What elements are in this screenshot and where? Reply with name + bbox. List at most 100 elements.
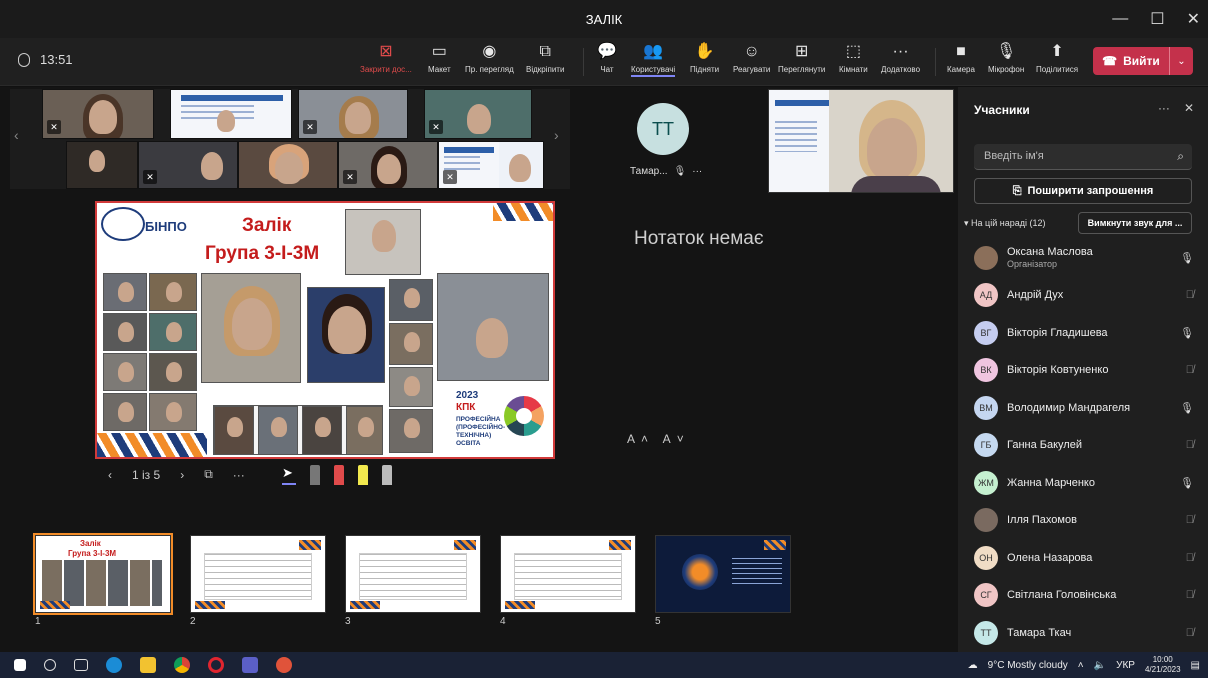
clock[interactable]: 10:00 4/21/2023	[1145, 655, 1181, 675]
grid-view-icon[interactable]: ⧉	[204, 467, 213, 482]
in-meeting-section[interactable]: ▾ На цій нараді (12)	[964, 218, 1045, 229]
font-size-controls[interactable]: A˄ A˅	[627, 432, 690, 446]
pointer-icon[interactable]: ➤	[282, 465, 296, 485]
volume-icon[interactable]: 🔈	[1094, 660, 1106, 671]
chevron-right-icon[interactable]: ›	[554, 127, 559, 143]
mute-all-button[interactable]: Вимкнути звук для ...	[1078, 212, 1192, 234]
unpin-button[interactable]: ⧉ Відкріпити	[526, 42, 564, 74]
video-tile[interactable]	[170, 89, 292, 139]
avatar: ОН	[974, 545, 998, 570]
slide-title: Залік	[242, 215, 292, 236]
presenter-video[interactable]	[768, 89, 954, 193]
react-button[interactable]: ☺ Реагувати	[733, 42, 770, 74]
meeting-timer: 13:51	[18, 52, 73, 67]
participant-name-block: Світлана Головінська	[1007, 589, 1116, 601]
participant-row[interactable]: ВМ Володимир Мандрагеля 🎙	[974, 389, 1196, 427]
video-tile[interactable]: ✕	[42, 89, 154, 139]
windows-start-icon[interactable]	[14, 659, 26, 671]
more-options-icon[interactable]: ···	[233, 468, 245, 482]
stop-sharing-button[interactable]: ⊠ Закрити дос...	[360, 42, 412, 74]
camera-button[interactable]: ■ Камера	[947, 42, 975, 74]
rooms-icon: ⬚	[845, 43, 861, 60]
participant-row[interactable]: ЖМ Жанна Марченко 🎙	[974, 464, 1196, 502]
participant-row[interactable]: ВГ Вікторія Гладишева 🎙	[974, 314, 1196, 352]
pen-red-icon[interactable]	[334, 465, 344, 485]
eraser-icon[interactable]	[382, 465, 392, 485]
chevron-up-icon[interactable]: ˄	[1078, 660, 1084, 671]
video-tile[interactable]: ✕	[438, 141, 544, 189]
more-icon[interactable]: ···	[692, 166, 702, 177]
teams-icon[interactable]	[242, 657, 258, 673]
close-window-button[interactable]: ✕	[1187, 9, 1200, 29]
more-button[interactable]: ··· Додатково	[881, 42, 920, 74]
meeting-time: 13:51	[40, 52, 73, 67]
language-indicator[interactable]: УКР	[1116, 660, 1135, 671]
raise-hand-button[interactable]: ✋ Підняти	[690, 42, 719, 74]
previous-slide-button[interactable]: ‹	[108, 468, 112, 482]
next-slide-button[interactable]: ›	[180, 468, 184, 482]
video-tile[interactable]	[238, 141, 338, 189]
video-tile[interactable]: ✕	[298, 89, 408, 139]
more-icon: ···	[892, 43, 909, 60]
weather-text[interactable]: 9°C Mostly cloudy	[988, 660, 1068, 671]
meeting-toolbar: 13:51 ⊠ Закрити дос... ▭ Макет ◉ Пр. пер…	[0, 38, 1208, 86]
preview-button[interactable]: ◉ Пр. перегляд	[465, 42, 514, 74]
chat-button[interactable]: 💬 Чат	[597, 42, 617, 74]
slide-thumbnail[interactable]: 5	[655, 535, 791, 627]
file-explorer-icon[interactable]	[140, 657, 156, 673]
slide-thumbnail[interactable]: 2	[190, 535, 326, 627]
chat-icon: 💬	[597, 43, 617, 60]
leave-button[interactable]: ☎ Вийти ⌄	[1093, 47, 1193, 75]
share-invite-button[interactable]: ⎘ Поширити запрошення	[974, 178, 1192, 204]
more-icon[interactable]: ···	[1158, 101, 1170, 115]
video-tile[interactable]: ✕	[138, 141, 238, 189]
participant-row[interactable]: ОН Олена Назарова 🎙̸	[974, 539, 1196, 577]
popout-icon: ⧉	[539, 43, 551, 60]
close-icon[interactable]: ✕	[1184, 101, 1194, 115]
participant-row[interactable]: СГ Світлана Головінська 🎙̸	[974, 577, 1196, 615]
share-button[interactable]: ⬆ Поділитися	[1036, 42, 1078, 74]
microphone-button[interactable]: 🎙 Мікрофон	[988, 42, 1024, 74]
search-icon[interactable]	[44, 659, 56, 671]
participant-name-block: Ганна Бакулей	[1007, 439, 1082, 451]
collage-photo	[149, 313, 197, 351]
leave-main[interactable]: ☎ Вийти	[1093, 54, 1169, 68]
maximize-button[interactable]: ☐	[1150, 9, 1164, 29]
participant-name: Володимир Мандрагеля	[1007, 401, 1131, 414]
video-tile[interactable]: ✕	[424, 89, 532, 139]
chrome-icon[interactable]	[174, 657, 190, 673]
participant-row[interactable]: ГБ Ганна Бакулей 🎙̸	[974, 427, 1196, 465]
people-button[interactable]: 👥 Користувачі	[631, 42, 676, 77]
participant-row[interactable]: Ілля Пахомов 🎙̸	[974, 502, 1196, 540]
view-button[interactable]: ⊞ Переглянути	[778, 42, 825, 74]
rooms-button[interactable]: ⬚ Кімнати	[839, 42, 868, 74]
participant-row[interactable]: ТТ Тамара Ткач 🎙̸	[974, 614, 1196, 652]
app-icon[interactable]	[276, 657, 292, 673]
participants-list: Оксана Маслова Організатор 🎙 АД Андрій Дух 🎙̸…	[974, 239, 1196, 652]
avatar: ЖМ	[974, 470, 998, 495]
mic-muted-icon: ✕	[429, 120, 443, 134]
notification-icon[interactable]: ▤	[1191, 660, 1200, 671]
slide-thumbnail[interactable]: 3	[345, 535, 481, 627]
search-input[interactable]: Введіть ім'я ⌕	[974, 144, 1192, 170]
participant-avatar[interactable]: ТТ	[637, 103, 689, 155]
opera-icon[interactable]	[208, 657, 224, 673]
task-view-icon[interactable]	[74, 659, 88, 671]
pen-gray-icon[interactable]	[310, 465, 320, 485]
slide-thumbnail[interactable]: Залік Група 3-І-3М 1	[33, 533, 173, 627]
participant-row[interactable]: ВК Вікторія Ковтуненко 🎙̸	[974, 352, 1196, 390]
minimize-button[interactable]: —	[1112, 10, 1128, 28]
video-tile[interactable]	[66, 141, 138, 189]
edge-icon[interactable]	[106, 657, 122, 673]
shared-slide[interactable]: БІНПО Залік Група 3-І-3М 2023 КПК ПРОФЕС…	[95, 201, 555, 459]
collage-photo	[201, 273, 301, 383]
video-tile[interactable]: ✕	[338, 141, 438, 189]
chevron-down-icon[interactable]: ⌄	[1169, 47, 1193, 75]
highlighter-icon[interactable]	[358, 465, 368, 485]
participant-name-block: Олена Назарова	[1007, 552, 1092, 564]
participant-row[interactable]: Оксана Маслова Організатор 🎙	[974, 239, 1196, 277]
layout-button[interactable]: ▭ Макет	[428, 42, 451, 74]
slide-thumbnail[interactable]: 4	[500, 535, 636, 627]
chevron-left-icon[interactable]: ‹	[14, 127, 19, 143]
participant-row[interactable]: АД Андрій Дух 🎙̸	[974, 277, 1196, 315]
